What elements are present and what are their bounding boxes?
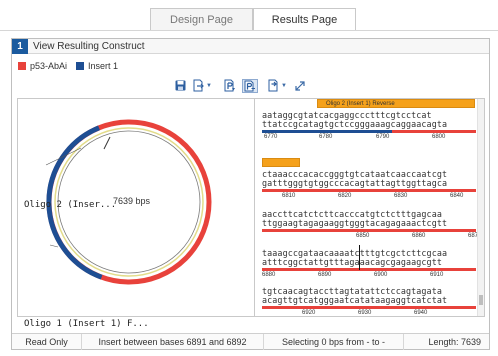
feature-oligo2-reverse-continued[interactable] <box>262 158 300 167</box>
sequence-row: taaagccgataacaaaatctttgtcgctcttcgcaa att… <box>262 249 476 278</box>
tick-label: 6840 <box>450 193 464 199</box>
oligo1-label[interactable]: Oligo 1 (Insert 1) F... <box>24 319 149 329</box>
oligo2-connector <box>45 147 82 166</box>
sequence-ruler: 6880 6890 6900 6910 <box>262 267 476 278</box>
sequence-bottom-strand[interactable]: gatttgggtgtggcccacagtattagttggttagca <box>262 179 472 188</box>
tick-label: 6820 <box>338 193 352 199</box>
plasmid-size-label: 7639 bps <box>113 196 151 206</box>
sequence-row: tgtcaacagtaccttagtatattctccagtagata acag… <box>262 287 476 316</box>
status-bar: Read Only Insert between bases 6891 and … <box>12 333 489 350</box>
oligo1-connector <box>49 244 59 248</box>
tick-label: 6940 <box>414 310 428 316</box>
status-insert-position: Insert between bases 6891 and 6892 <box>82 333 264 350</box>
show-features-button[interactable] <box>224 79 236 93</box>
legend-label-insert: Insert 1 <box>88 61 119 71</box>
sequence-ruler: 6810 6820 6830 6840 <box>262 188 476 199</box>
tick-label: 6910 <box>430 272 444 278</box>
feature-oligo2-reverse[interactable]: Oligo 2 (Insert 1) Reverse <box>317 99 475 108</box>
ruler-bar-backbone <box>262 306 476 309</box>
sequence-ruler: 6770 6780 6790 6800 <box>262 129 476 140</box>
expand-button[interactable] <box>295 79 305 93</box>
sequence-ruler: 6920 6930 6940 <box>262 305 476 316</box>
tab-results-page[interactable]: Results Page <box>253 8 356 31</box>
sequence-row: ctaaacccacaccgggtgtcataatcaaccaatcgt gat… <box>262 170 476 199</box>
insertion-cursor[interactable] <box>359 245 360 270</box>
construct-panel: 1 View Resulting Construct p53-AbAi Inse… <box>11 38 490 350</box>
sequence-bottom-strand[interactable]: ttatccgcatagtgctccgggaaagcaggaacagta <box>262 120 472 129</box>
chevron-down-icon: ▼ <box>206 82 212 89</box>
construct-viewer: 7639 bps Oligo 2 (Inser... Oligo 1 (Inse… <box>17 98 485 329</box>
copy-dropdown-button[interactable]: ▼ <box>268 79 287 93</box>
tick-label: 6850 <box>356 233 370 239</box>
tick-label: 6920 <box>302 310 316 316</box>
oligo2-leader-line <box>103 136 111 150</box>
sequence-bottom-strand[interactable]: ttggaagtagagaaggtgggtacagagaaactcgtt <box>262 219 472 228</box>
legend-swatch-insert <box>76 62 85 70</box>
tick-label: 6860 <box>412 233 426 239</box>
tab-divider <box>0 30 498 31</box>
save-button[interactable] <box>175 79 186 93</box>
legend-label-backbone: p53-AbAi <box>30 61 68 71</box>
tick-label: 6830 <box>394 193 408 199</box>
panel-title: View Resulting Construct <box>33 40 145 52</box>
sequence-bottom-strand[interactable]: acagttgtcatgggaatcatataagaggtcatctat <box>262 296 472 305</box>
tick-label: 6780 <box>319 134 333 140</box>
tab-design-page[interactable]: Design Page <box>150 8 253 30</box>
tick-label: 6900 <box>374 272 388 278</box>
legend-swatch-backbone <box>18 62 26 70</box>
sequence-ruler: 6850 6860 6870 <box>262 228 481 239</box>
sequence-view[interactable]: Oligo 2 (Insert 1) Reverse aataggcgtatca… <box>255 99 484 316</box>
tick-label: 6880 <box>262 272 276 278</box>
export-dropdown-button[interactable]: ▼ <box>192 79 212 93</box>
panel-header: 1 View Resulting Construct <box>12 38 489 54</box>
sequence-row: aataggcgtatcacgaggccctttcgtcctcat ttatcc… <box>262 111 476 140</box>
feature-oligo2-label: Oligo 2 (Insert 1) Reverse <box>326 100 395 107</box>
plasmid-map[interactable]: 7639 bps Oligo 2 (Inser... Oligo 1 (Inse… <box>18 99 255 329</box>
show-features-icon <box>224 79 235 92</box>
scrollbar-thumb[interactable] <box>479 295 483 305</box>
sequence-scrollbar[interactable] <box>477 99 484 316</box>
expand-icon <box>295 80 305 91</box>
save-icon <box>175 80 186 91</box>
export-dropdown-icon <box>193 79 204 92</box>
tick-label: 6790 <box>376 134 390 140</box>
legend-item-backbone: p53-AbAi <box>18 61 67 71</box>
copy-dropdown-icon <box>268 79 278 92</box>
show-sequence-icon <box>244 80 255 91</box>
legend-item-insert: Insert 1 <box>76 61 118 71</box>
ruler-bar-backbone <box>262 189 476 192</box>
ruler-bar-backbone <box>262 229 476 232</box>
step-badge: 1 <box>12 38 28 54</box>
ruler-bar-backbone <box>392 130 476 133</box>
tick-label: 6810 <box>282 193 296 199</box>
status-selection: Selecting 0 bps from - to - <box>264 333 404 350</box>
status-mode: Read Only <box>12 333 82 350</box>
tick-label: 6770 <box>264 134 278 140</box>
tick-label: 6930 <box>358 310 372 316</box>
sequence-bottom-strand[interactable]: atttcggctattgtttagaaacagcgagaagcgtt <box>262 258 472 267</box>
show-sequence-button[interactable] <box>241 78 258 93</box>
sequence-row: aaccttcatctcttcacccatgtctctttgagcaa ttgg… <box>262 210 481 239</box>
toolbar: ▼ ▼ <box>175 78 311 93</box>
tick-label: 6890 <box>318 272 332 278</box>
status-length: Length: 7639 <box>428 336 481 347</box>
ruler-bar-backbone <box>262 268 476 271</box>
oligo2-label[interactable]: Oligo 2 (Inser... <box>24 200 116 210</box>
legend: p53-AbAi Insert 1 <box>18 61 127 71</box>
chevron-down-icon: ▼ <box>280 82 287 89</box>
tick-label: 6800 <box>432 134 446 140</box>
